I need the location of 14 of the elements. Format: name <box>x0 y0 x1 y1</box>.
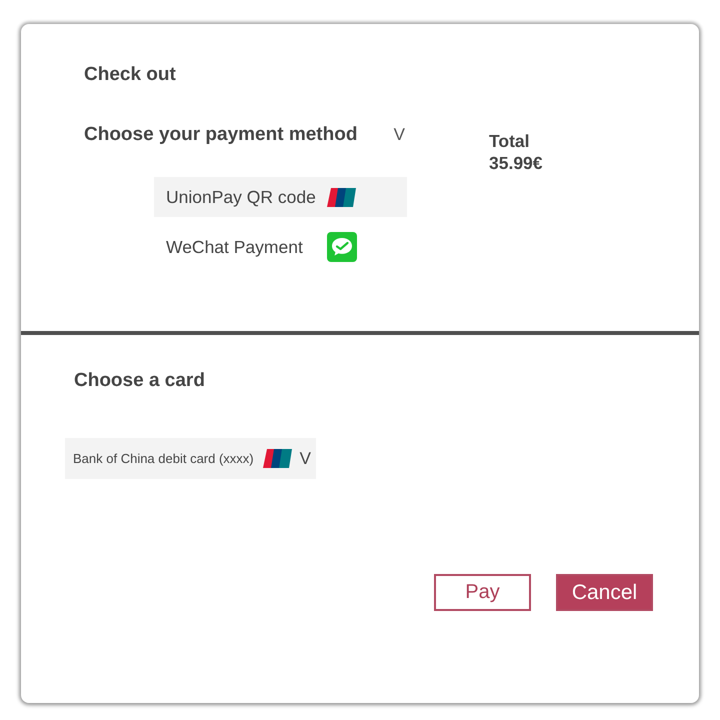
total-label: Total <box>489 130 530 152</box>
payment-option[interactable]: WeChat Payment <box>154 227 407 267</box>
payment-option[interactable]: UnionPay QR code <box>154 177 407 217</box>
page-title: Check out <box>84 64 176 86</box>
pay-button[interactable]: Pay <box>434 574 531 611</box>
striped-logo-icon <box>262 449 292 468</box>
cancel-button[interactable]: Cancel <box>556 574 653 611</box>
chat-bubble-icon <box>327 232 357 262</box>
dropdown-toggle[interactable]: V <box>394 124 405 146</box>
card-select[interactable]: Bank of China debit card (xxxx) V <box>65 438 316 479</box>
section-heading: Choose a card <box>74 370 205 392</box>
section-heading: Choose your payment method <box>84 124 358 146</box>
striped-logo-icon <box>327 188 356 206</box>
total-amount: 35.99€ <box>489 152 543 174</box>
